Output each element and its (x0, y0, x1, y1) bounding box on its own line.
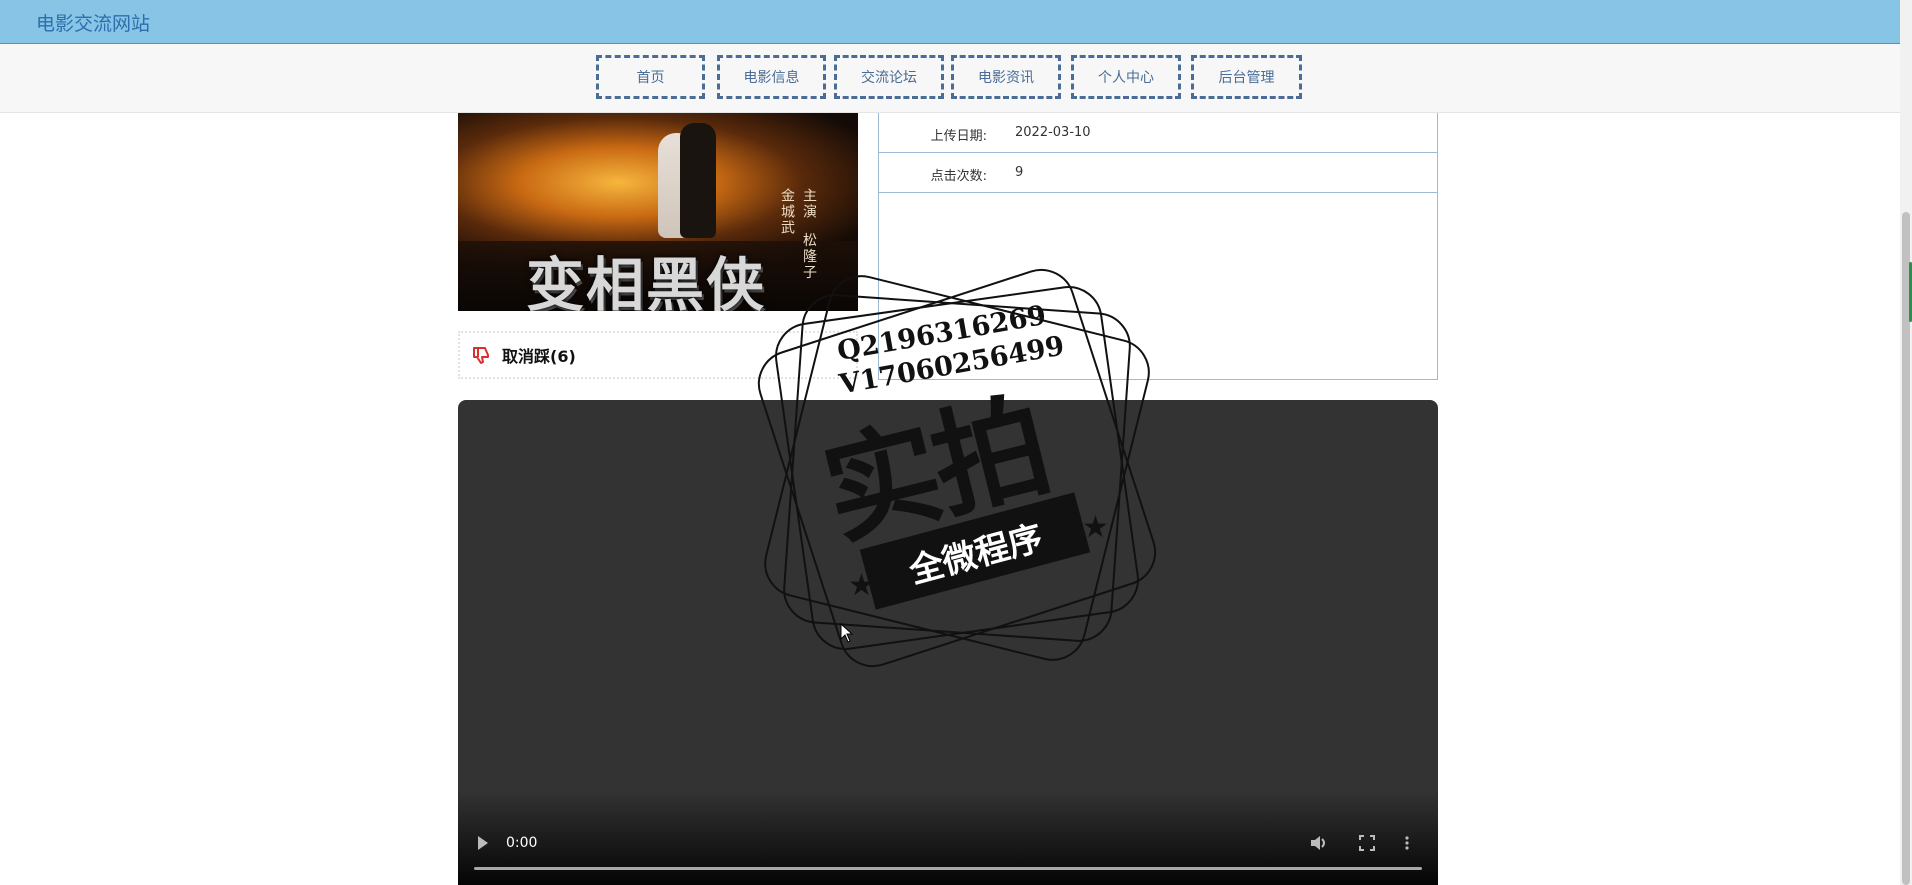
clicks-value: 9 (1015, 165, 1024, 180)
page-scrollbar[interactable] (1900, 0, 1912, 885)
star-icon: ★ (1082, 510, 1109, 545)
fullscreen-icon (1359, 835, 1375, 851)
more-options-button[interactable] (1404, 835, 1410, 851)
more-vertical-icon (1405, 836, 1409, 850)
poster-movie-title: 变相黑侠 (526, 251, 767, 311)
star-icon: ★ (848, 568, 875, 603)
mute-button[interactable] (1310, 835, 1328, 851)
play-button[interactable] (476, 835, 490, 851)
nav-home[interactable]: 首页 (596, 55, 705, 99)
upload-date-label: 上传日期: (930, 129, 987, 144)
mouse-cursor-icon (840, 623, 854, 643)
thumbs-down-icon (473, 347, 489, 364)
fullscreen-button[interactable] (1359, 835, 1375, 851)
upload-date-row: 上传日期: 2022-03-10 (879, 113, 1437, 153)
top-header: 电影交流网站 (0, 0, 1900, 44)
nav-forum[interactable]: 交流论坛 (834, 55, 944, 99)
cancel-dislike-label: 取消踩(6) (502, 347, 576, 366)
volume-icon (1311, 836, 1325, 850)
site-title[interactable]: 电影交流网站 (36, 9, 150, 36)
watermark-stamp: Q2196316269 V17060256499 实拍 全微程序 ★ ★ (742, 258, 1172, 678)
video-time: 0:00 (506, 835, 538, 851)
video-progress-bar[interactable] (474, 867, 1422, 870)
clicks-row: 点击次数: 9 (879, 153, 1437, 193)
upload-date-value: 2022-03-10 (1015, 125, 1091, 140)
nav-movie-news[interactable]: 电影资讯 (951, 55, 1061, 99)
play-icon (478, 836, 488, 850)
clicks-label: 点击次数: (930, 169, 987, 184)
nav-movie-info[interactable]: 电影信息 (717, 55, 826, 99)
video-controls-gradient (458, 790, 1438, 885)
nav-admin[interactable]: 后台管理 (1191, 55, 1302, 99)
nav-personal-center[interactable]: 个人中心 (1071, 55, 1181, 99)
poster-figure-man (680, 123, 716, 238)
main-nav: 首页 电影信息 交流论坛 电影资讯 个人中心 后台管理 (0, 44, 1900, 113)
